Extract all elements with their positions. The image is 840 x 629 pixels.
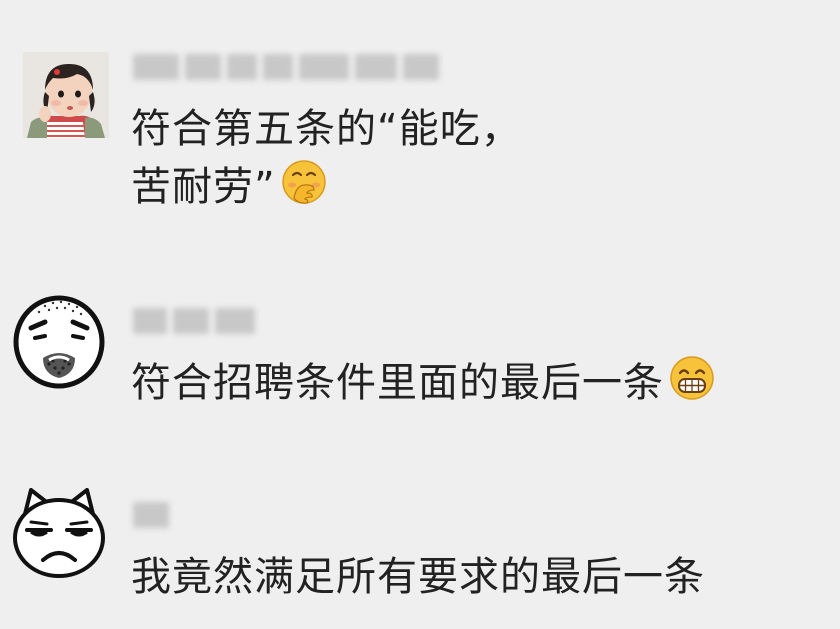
grinning-teeth-emoji [668,354,716,402]
comment-text-line: 苦耐劳” [131,164,276,210]
username-blurred [133,500,169,530]
comment-text: 我竟然满足所有要求的最后一条 [131,548,705,606]
username-blurred [133,52,439,82]
grumpy-cat-doodle-avatar[interactable] [9,484,109,584]
comment-feed: 符合第五条的“能吃， 苦耐劳” 符合招聘条件里面的最后一条 我竟然满足所有要求的… [0,0,840,629]
sad-bearded-doodle-avatar[interactable] [9,292,109,392]
comment-text: 符合招聘条件里面的最后一条 [131,354,716,412]
comment-text-line: 符合招聘条件里面的最后一条 [131,360,664,406]
comment-text-line: 我竟然满足所有要求的最后一条 [131,554,705,600]
username-blurred [133,306,255,336]
face-with-hand-over-mouth-emoji [280,158,328,206]
toddler-photo-avatar[interactable] [23,52,109,138]
comment-text: 符合第五条的“能吃， 苦耐劳” [131,100,522,216]
comment-text-line: 符合第五条的“能吃， [131,106,522,152]
comment-text-line-with-emoji: 苦耐劳” [131,158,522,216]
